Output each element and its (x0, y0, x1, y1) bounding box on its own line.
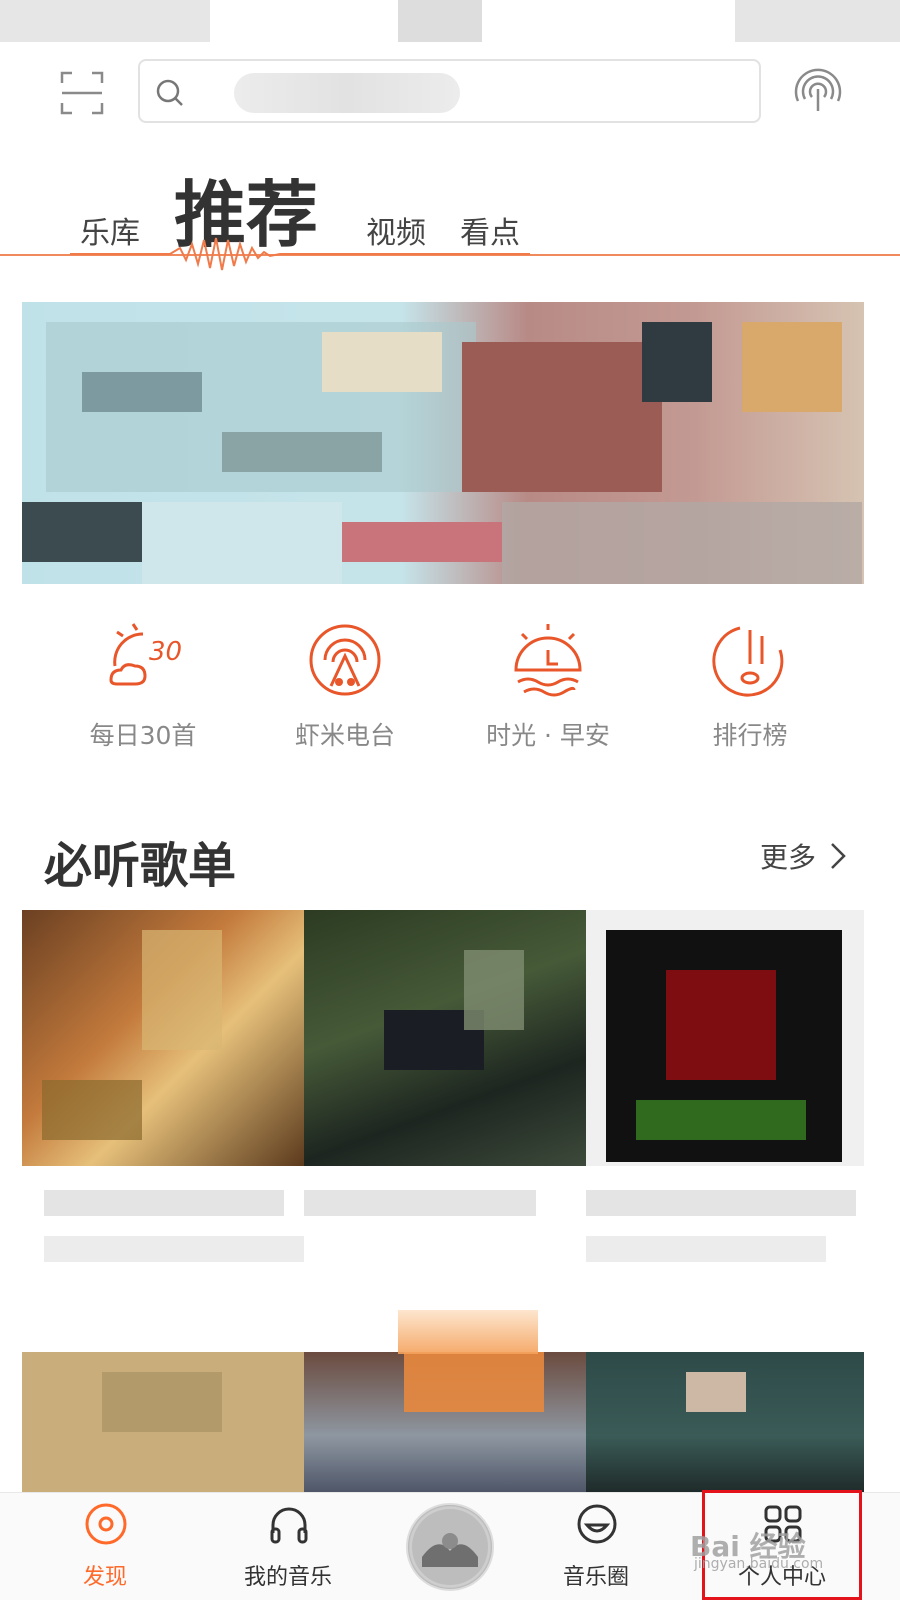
nav-my-music[interactable]: 我的音乐 (218, 1493, 358, 1600)
headphones-icon (270, 1507, 308, 1544)
sunrise-icon (514, 624, 582, 697)
chevron-right-icon (831, 843, 846, 869)
search-icon (156, 79, 183, 106)
svg-text:30: 30 (149, 637, 182, 667)
playlist-title-blur (44, 1236, 304, 1262)
playlist-cover[interactable] (22, 910, 304, 1166)
watermark-url: jingyan.baidu.com (694, 1556, 824, 1572)
more-link[interactable]: 更多 (760, 836, 846, 876)
smile-icon (577, 1504, 617, 1544)
playlist-cover[interactable] (586, 1352, 864, 1492)
playlist-title-blur (304, 1190, 536, 1216)
nav-music-circle[interactable]: 音乐圈 (526, 1493, 666, 1600)
search-placeholder (234, 73, 460, 113)
playlist-cover[interactable] (586, 910, 864, 1166)
playlist-cover[interactable] (304, 910, 586, 1166)
quick-entry-daily-30[interactable]: 30 每日30首 (43, 620, 243, 760)
quick-entry-ranking[interactable]: 排行榜 (650, 620, 850, 760)
quick-entry-radio[interactable]: 虾米电台 (245, 620, 445, 760)
now-playing-disc[interactable] (406, 1503, 494, 1591)
more-label: 更多 (760, 841, 817, 874)
nav-label: 我的音乐 (243, 1565, 332, 1590)
quick-entry-label: 时光 · 早安 (486, 721, 610, 750)
scan-icon (60, 71, 104, 115)
playlist-title-blur (586, 1190, 856, 1216)
playlist-title-blur (44, 1190, 284, 1216)
ranking-icon (712, 626, 784, 697)
quick-entry-label: 每日30首 (89, 721, 197, 750)
radio-icon (309, 624, 381, 696)
scan-button[interactable] (58, 69, 106, 117)
quick-entry-morning[interactable]: 时光 · 早安 (448, 620, 648, 760)
nav-label: 音乐圈 (562, 1565, 629, 1590)
header (0, 55, 900, 130)
daily-30-icon: 30 (109, 623, 182, 686)
status-bar (0, 0, 900, 48)
floating-thumbnail (398, 1310, 538, 1354)
listen-recognize-button[interactable] (792, 65, 844, 117)
nav-label: 发现 (82, 1565, 127, 1590)
playlist-title-blur (586, 1236, 826, 1262)
quick-entry-label: 排行榜 (712, 721, 788, 750)
playlist-cover[interactable] (304, 1352, 586, 1492)
playlist-cover[interactable] (22, 1352, 304, 1492)
banner-carousel[interactable] (22, 302, 864, 584)
disc-icon (85, 1503, 127, 1545)
top-tabs: 乐库 推荐 视频 看点 (0, 150, 900, 271)
search-input[interactable] (138, 59, 761, 123)
section-title: 必听歌单 (44, 838, 237, 894)
quick-entries: 30 每日30首 虾米电台 时光 · 早安 排行榜 (0, 620, 900, 760)
album-art-icon (412, 1509, 488, 1585)
active-tab-wave-indicator (70, 237, 530, 271)
quick-entry-label: 虾米电台 (294, 721, 395, 750)
nav-discover[interactable]: 发现 (35, 1493, 175, 1600)
sound-wave-icon (794, 68, 842, 111)
